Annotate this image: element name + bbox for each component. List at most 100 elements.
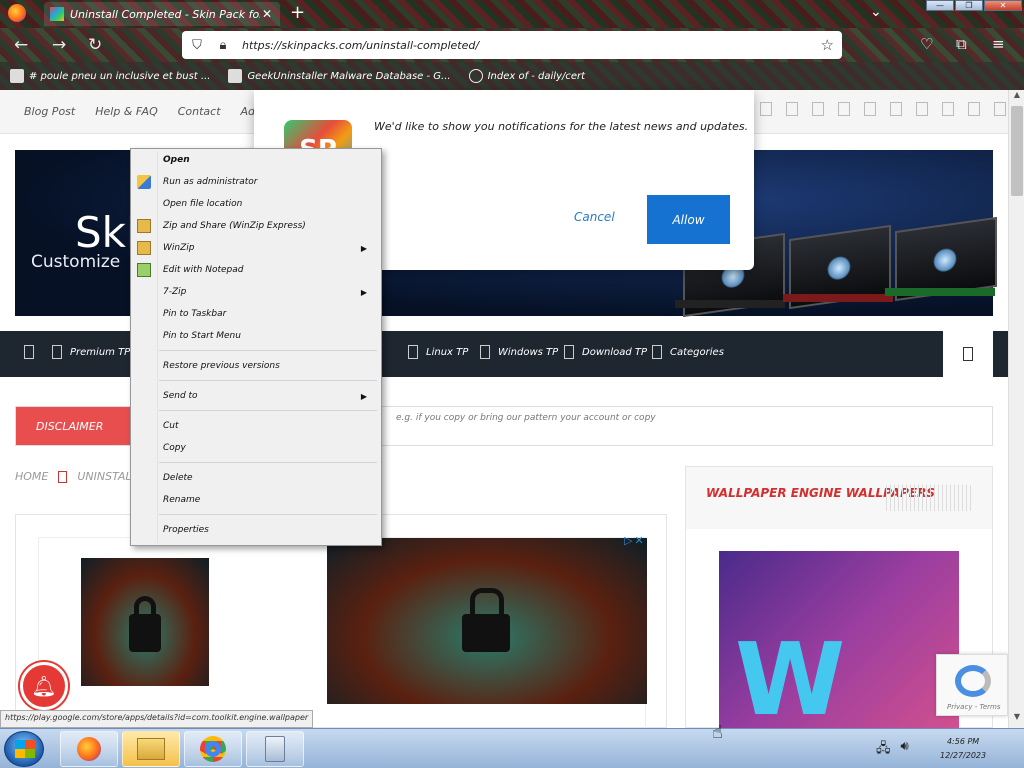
taskbar-recycle-bin[interactable] [246,731,304,767]
taskbar-firefox[interactable] [60,731,118,767]
social-icon[interactable] [916,102,928,116]
adchoices-icon[interactable]: ▷ [624,534,632,548]
window-close-button[interactable]: ✕ [984,0,1022,11]
menu-item-properties[interactable]: Properties [133,519,379,541]
mouse-pointer-icon: ☝︎ [712,722,723,743]
ad-close-icon[interactable]: ✕ [634,534,643,548]
ad-choices[interactable]: ▷ ✕ [624,534,646,548]
firefox-icon [77,737,101,761]
forward-arrow-icon[interactable]: → [52,35,66,55]
reload-icon[interactable]: ↻ [88,35,102,55]
bookmark-favicon-icon [10,69,24,83]
start-button[interactable] [4,731,44,767]
menu-item-label: Run as administrator [163,177,258,187]
scrollbar-thumb[interactable] [1011,106,1023,196]
menu-item-label: Open file location [163,199,243,209]
social-icon[interactable] [786,102,798,116]
search-toggle[interactable] [943,331,993,377]
social-icon[interactable] [838,102,850,116]
browser-nav-bar: ← → ↻ ⛉ 🔒︎ https://skinpacks.com/uninsta… [0,28,1024,62]
scroll-down-arrow-icon[interactable]: ▼ [1009,712,1024,726]
ad-image-small[interactable] [81,558,209,686]
new-tab-button[interactable]: + [290,3,305,23]
bookmark-item[interactable]: GeekUninstaller Malware Database - G... [228,69,451,83]
scroll-up-arrow-icon[interactable]: ▲ [1009,90,1024,104]
social-icon[interactable] [864,102,876,116]
recaptcha-badge[interactable]: Privacy - Terms [936,654,1008,716]
extensions-icon[interactable]: ⧉ [956,35,967,53]
menu-item-label: Copy [163,443,186,453]
menu-item-label: 7-Zip [163,287,187,297]
network-icon[interactable]: 🖧︎ [876,739,891,761]
category-item[interactable] [24,345,34,359]
volume-icon[interactable]: 🔊︎ [901,739,909,761]
browser-tab-active[interactable]: Uninstall Completed - Skin Pack for Wind… [44,2,280,26]
menu-item-open[interactable]: Open [133,149,379,171]
menu-item-delete[interactable]: Delete [133,467,379,489]
menu-item-7zip[interactable]: 7-Zip ▶ [133,281,379,303]
bookmark-item[interactable]: Index of - daily/cert [468,69,585,83]
menu-item-label: Delete [163,473,193,483]
cancel-button[interactable]: Cancel [574,210,615,224]
taskbar-chrome[interactable] [184,731,242,767]
menu-item-label: Zip and Share (WinZip Express) [163,221,306,231]
ad-image-large[interactable] [327,538,647,704]
social-icon[interactable] [968,102,980,116]
dialog-message: We'd like to show you notifications for … [374,120,749,133]
menu-item-run-as-admin[interactable]: Run as administrator [133,171,379,193]
menu-item-label: Properties [163,525,209,535]
page-scrollbar[interactable]: ▲ ▼ [1008,90,1024,728]
allow-button[interactable]: Allow [647,195,730,244]
category-item-premium[interactable]: Premium TP [52,345,130,359]
social-icon[interactable] [760,102,772,116]
url-text[interactable]: https://skinpacks.com/uninstall-complete… [242,39,821,52]
padlock-icon[interactable]: 🔒︎ [216,38,230,53]
category-icon [564,345,574,359]
wallpaper-engine-logo-image[interactable]: W [719,551,959,728]
menu-item-winzip[interactable]: WinZip ▶ [133,237,379,259]
hamburger-menu-icon[interactable]: ≡ [992,35,1005,53]
recaptcha-icon [955,665,991,697]
firefox-menu-icon[interactable] [8,4,26,22]
menu-item-zip-and-share[interactable]: Zip and Share (WinZip Express) [133,215,379,237]
bookmark-item[interactable]: # poule pneu un inclusive et bust ... [10,69,210,83]
menu-item-cut[interactable]: Cut [133,415,379,437]
social-icon[interactable] [812,102,824,116]
window-restore-button[interactable]: ❐ [955,0,983,11]
menu-item-restore-versions[interactable]: Restore previous versions [133,355,379,377]
address-bar[interactable]: ⛉ 🔒︎ https://skinpacks.com/uninstall-com… [182,31,842,59]
menu-item-label: Cut [163,421,179,431]
nav-link-contact[interactable]: Contact [178,105,221,118]
notification-bell-button[interactable]: 🔔︎ [20,662,68,710]
category-item-categories[interactable]: Categories [652,345,724,359]
menu-item-pin-taskbar[interactable]: Pin to Taskbar [133,303,379,325]
recaptcha-text[interactable]: Privacy - Terms [947,703,1001,711]
social-icon[interactable] [942,102,954,116]
nav-link-help[interactable]: Help & FAQ [95,105,158,118]
menu-item-rename[interactable]: Rename [133,489,379,511]
menu-item-edit-with-notepad[interactable]: Edit with Notepad [133,259,379,281]
menu-item-label: Pin to Start Menu [163,331,241,341]
taskbar-explorer[interactable] [122,731,180,767]
tracking-shield-icon[interactable]: ⛉ [190,38,204,53]
menu-item-pin-start[interactable]: Pin to Start Menu [133,325,379,347]
category-item-windows[interactable]: Windows TP [480,345,558,359]
tab-list-chevron-icon[interactable]: ⌄ [870,4,882,20]
social-icon[interactable] [994,102,1006,116]
menu-item-send-to[interactable]: Send to ▶ [133,385,379,407]
tab-close-icon[interactable]: ✕ [260,7,274,21]
social-icon[interactable] [890,102,902,116]
pocket-icon[interactable]: ♡ [920,35,933,53]
context-menu: Open Run as administrator Open file loca… [130,148,382,546]
back-arrow-icon[interactable]: ← [14,35,28,55]
breadcrumb-home[interactable]: HOME [15,470,48,483]
taskbar-clock[interactable]: 4:56 PM 12/27/2023 [940,735,986,763]
nav-link-blog[interactable]: Blog Post [24,105,75,118]
menu-item-open-file-location[interactable]: Open file location [133,193,379,215]
window-minimize-button[interactable]: — [926,0,954,11]
bookmark-star-icon[interactable]: ☆ [821,36,834,54]
laptop-base [675,300,785,308]
menu-item-copy[interactable]: Copy [133,437,379,459]
category-item-linux[interactable]: Linux TP [408,345,468,359]
category-item-download[interactable]: Download TP [564,345,647,359]
